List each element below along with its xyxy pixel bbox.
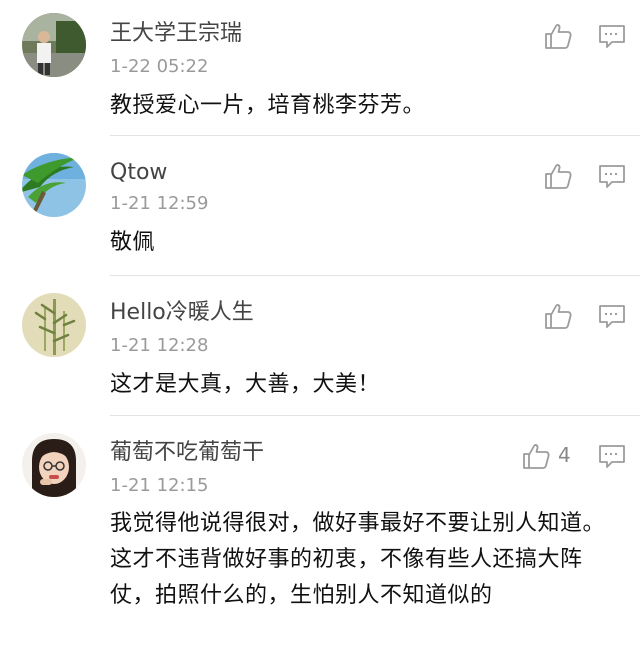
comment-username[interactable]: Qtow (110, 158, 167, 188)
comment-bubble-icon[interactable] (597, 301, 627, 331)
comment-timestamp: 1-22 05:22 (110, 56, 209, 77)
avatar[interactable] (22, 13, 86, 77)
comment-text: 我觉得他说得很对，做好事最好不要让别人知道。这才不违背做好事的初衷，不像有些人还… (110, 511, 606, 608)
comment-timestamp: 1-21 12:59 (110, 193, 209, 214)
comment-item: Qtow 1-21 12:59 敬佩 (0, 136, 640, 276)
thumbs-up-icon[interactable] (543, 21, 573, 51)
comment-timestamp: 1-21 12:15 (110, 475, 209, 496)
comment-text: 敬佩 (110, 230, 156, 255)
avatar-photo (22, 13, 86, 77)
thumbs-up-icon[interactable] (543, 161, 573, 191)
comment-username[interactable]: 王大学王宗瑞 (110, 19, 242, 49)
comment-bubble-icon[interactable] (597, 21, 627, 51)
avatar[interactable] (22, 293, 86, 357)
comment-timestamp: 1-21 12:28 (110, 335, 209, 356)
thumbs-up-icon[interactable] (543, 301, 573, 331)
comment-username[interactable]: Hello冷暖人生 (110, 298, 254, 328)
comment-username[interactable]: 葡萄不吃葡萄干 (110, 438, 264, 468)
like-count: 4 (558, 443, 571, 467)
avatar[interactable] (22, 433, 86, 497)
comment-text: 这才是大真，大善，大美！ (110, 372, 381, 397)
avatar[interactable] (22, 153, 86, 217)
avatar-bamboo (22, 293, 86, 357)
comment-item: Hello冷暖人生 1-21 12:28 这才是大真，大善，大美！ (0, 276, 640, 416)
comment-text: 教授爱心一片，培育桃李芬芳。 (110, 93, 426, 118)
comment-bubble-icon[interactable] (597, 441, 627, 471)
comment-bubble-icon[interactable] (597, 161, 627, 191)
comment-item: 王大学王宗瑞 1-22 05:22 教授爱心一片，培育桃李芬芳。 (0, 0, 640, 136)
avatar-palm-tree (22, 153, 86, 217)
comment-item: 葡萄不吃葡萄干 1-21 12:15 我觉得他说得很对，做好事最好不要让别人知道… (0, 416, 640, 655)
avatar-girl (22, 433, 86, 497)
thumbs-up-icon[interactable] (521, 441, 551, 471)
